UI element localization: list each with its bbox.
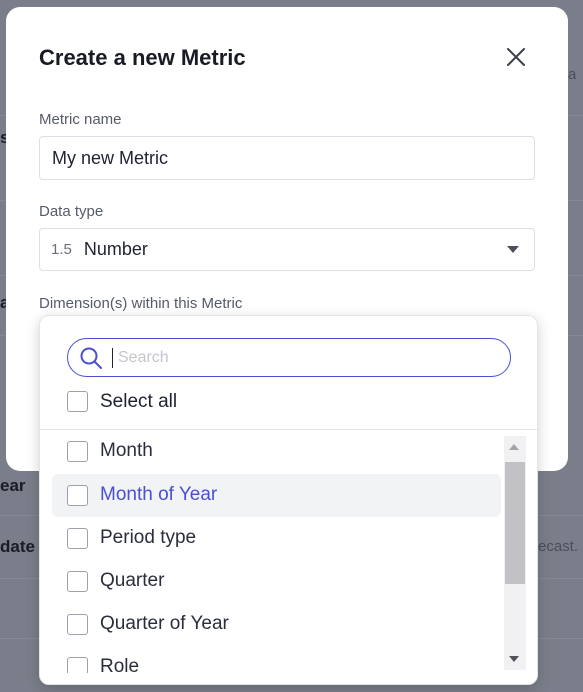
scrollbar-thumb[interactable] — [505, 462, 525, 584]
option-checkbox[interactable] — [67, 485, 88, 506]
metric-name-value: My new Metric — [52, 147, 169, 168]
modal-title: Create a new Metric — [39, 45, 246, 70]
scrollbar[interactable] — [504, 436, 526, 670]
option-label: Role — [100, 656, 140, 673]
option-checkbox[interactable] — [67, 657, 88, 673]
search-box[interactable] — [67, 338, 511, 377]
bg-text-fragment: date — [0, 537, 35, 556]
option-label: Quarter — [100, 570, 165, 591]
option-label: Quarter of Year — [100, 613, 229, 634]
option-label: Period type — [100, 527, 197, 548]
option-checkbox[interactable] — [67, 528, 88, 549]
metric-name-label: Metric name — [39, 111, 122, 128]
search-input[interactable] — [118, 339, 498, 376]
number-type-icon: 1.5 — [51, 241, 72, 258]
list-item-role[interactable]: Role — [52, 646, 501, 673]
dimensions-label: Dimension(s) within this Metric — [39, 295, 243, 312]
option-label: Month of Year — [100, 484, 218, 505]
list-item-period-type[interactable]: Period type — [52, 517, 501, 560]
search-icon — [80, 347, 102, 369]
option-checkbox[interactable] — [67, 614, 88, 635]
text-cursor — [112, 348, 113, 368]
bg-text-fragment: ecast. — [538, 538, 579, 555]
close-button[interactable] — [504, 45, 528, 69]
scroll-up-arrow-icon[interactable] — [509, 444, 519, 450]
data-type-label: Data type — [39, 203, 104, 220]
option-label: Month — [100, 440, 153, 461]
dimensions-dropdown: Select all Month Month of Year Period ty… — [39, 315, 538, 685]
chevron-down-icon — [507, 246, 519, 253]
list-item-month[interactable]: Month — [52, 430, 501, 473]
list-item-month-of-year[interactable]: Month of Year — [52, 474, 501, 517]
bg-text-fragment: a — [568, 66, 577, 83]
list-item-quarter-of-year[interactable]: Quarter of Year — [52, 603, 501, 646]
option-checkbox[interactable] — [67, 441, 88, 462]
option-checkbox[interactable] — [67, 571, 88, 592]
metric-name-input[interactable]: My new Metric — [39, 136, 535, 180]
data-type-select[interactable]: 1.5 Number — [39, 228, 535, 271]
data-type-value: Number — [83, 239, 148, 259]
list-item-quarter[interactable]: Quarter — [52, 560, 501, 603]
bg-text-fragment: ear — [0, 476, 26, 495]
scroll-down-arrow-icon[interactable] — [509, 656, 519, 662]
close-icon — [507, 48, 525, 66]
dimension-options-list: Month Month of Year Period type Quarter … — [40, 430, 537, 673]
select-all-label[interactable]: Select all — [100, 391, 177, 413]
select-all-checkbox[interactable] — [67, 391, 88, 412]
